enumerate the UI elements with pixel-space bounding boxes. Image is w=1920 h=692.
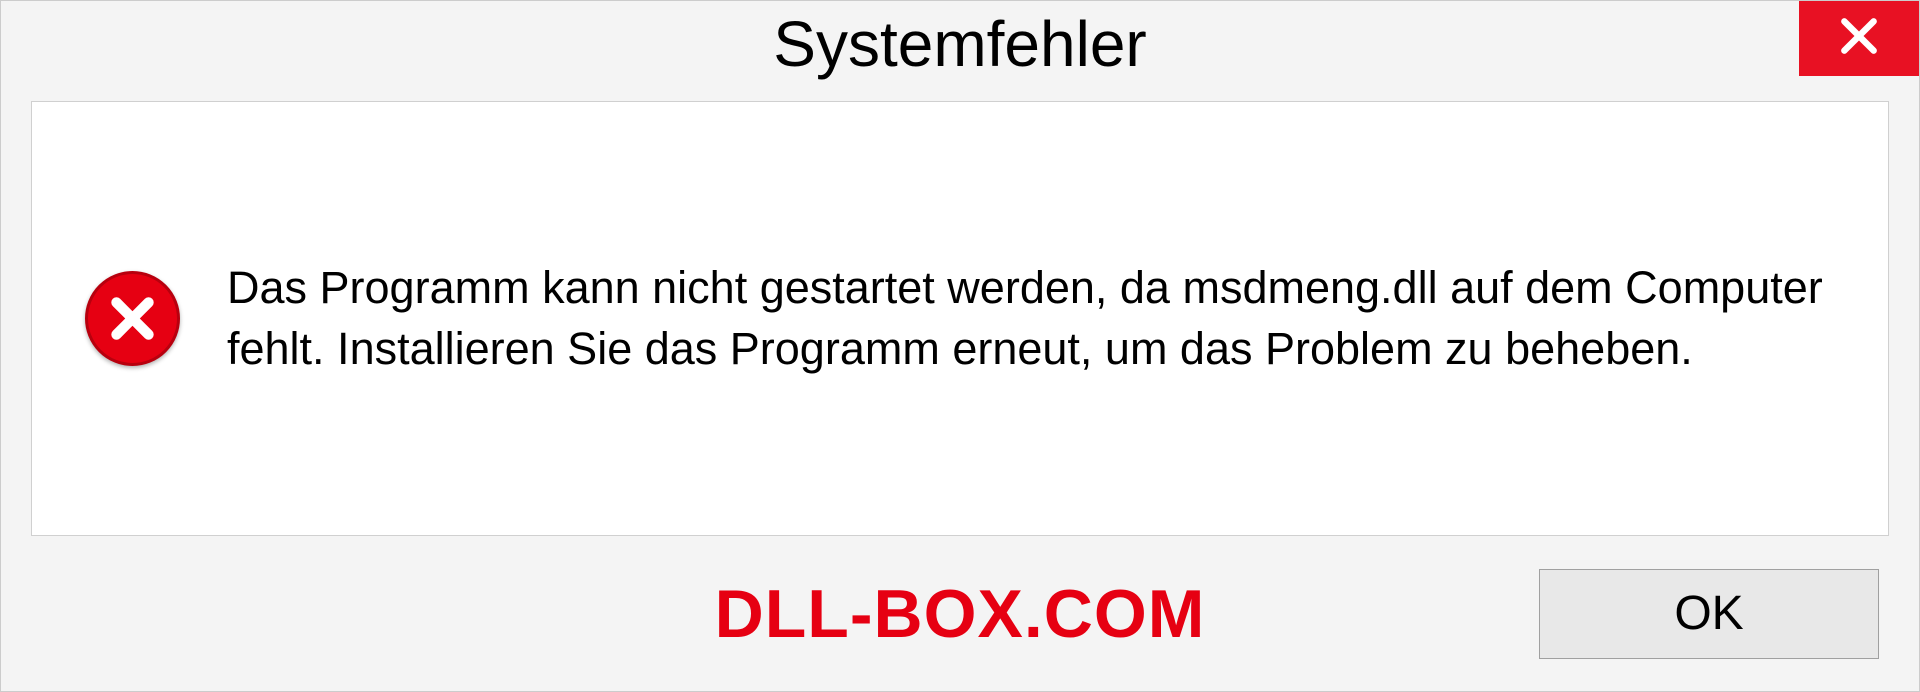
error-icon	[82, 269, 182, 369]
dialog-title: Systemfehler	[773, 7, 1146, 81]
footer-area: DLL-BOX.COM OK	[1, 536, 1919, 691]
content-area: Das Programm kann nicht gestartet werden…	[31, 101, 1889, 536]
watermark-text: DLL-BOX.COM	[715, 575, 1206, 653]
error-dialog: Systemfehler Das Programm kann nicht ges…	[0, 0, 1920, 692]
close-icon	[1837, 14, 1881, 63]
ok-button[interactable]: OK	[1539, 569, 1879, 659]
error-message: Das Programm kann nicht gestartet werden…	[227, 258, 1838, 380]
close-button[interactable]	[1799, 1, 1919, 76]
title-bar: Systemfehler	[1, 1, 1919, 86]
